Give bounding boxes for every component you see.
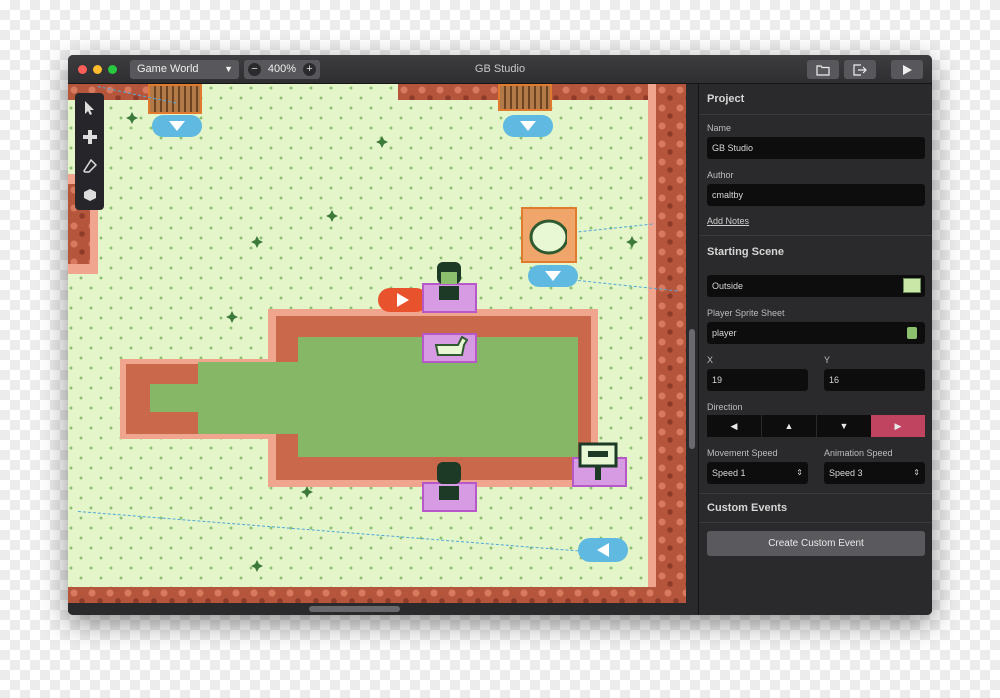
name-label: Name	[707, 123, 732, 133]
custom-events-title: Custom Events	[707, 502, 788, 514]
horizontal-scrollbar[interactable]	[309, 606, 400, 612]
tree-border-right	[656, 84, 686, 603]
scene-select[interactable]: Outside	[707, 275, 925, 297]
updown-chevron-icon: ⇕	[913, 468, 920, 477]
animation-speed-label: Animation Speed	[824, 448, 893, 458]
divider	[699, 522, 932, 523]
player-sprite-icon	[437, 462, 461, 500]
shrub-icon	[626, 236, 638, 248]
x-field[interactable]: 19	[707, 369, 808, 391]
arrow-down-icon	[545, 271, 561, 281]
shrub-icon	[226, 311, 238, 323]
eraser-tool-button[interactable]	[75, 151, 104, 180]
y-label: Y	[824, 355, 831, 365]
scene-outside[interactable]	[68, 84, 686, 603]
paint-bucket-icon	[83, 188, 96, 201]
divider	[699, 114, 932, 115]
pond-grass-mid	[198, 362, 318, 434]
direction-left-button[interactable]: ◀	[707, 415, 761, 437]
eraser-icon	[82, 158, 97, 173]
window-title: GB Studio	[474, 63, 526, 75]
divider	[699, 493, 932, 494]
select-tool-button[interactable]	[75, 93, 104, 122]
play-arrow-icon	[397, 293, 409, 307]
paint-tool-button[interactable]	[75, 180, 104, 209]
add-icon	[82, 129, 97, 144]
animation-speed-select[interactable]: Speed 3 ⇕	[824, 462, 925, 484]
direction-up-button[interactable]: ▲	[762, 415, 816, 437]
player-start-marker[interactable]	[378, 288, 428, 312]
divider	[699, 235, 932, 236]
name-field[interactable]: GB Studio	[707, 137, 925, 159]
npc-sprite-icon	[437, 262, 461, 300]
shrub-icon	[126, 112, 138, 124]
trigger-left[interactable]	[578, 538, 628, 562]
direction-down-button[interactable]: ▼	[817, 415, 871, 437]
folder-icon	[816, 65, 830, 76]
movement-speed-label: Movement Speed	[707, 448, 778, 458]
arrow-left-icon	[597, 543, 609, 557]
sprite-sheet-value: player	[712, 328, 737, 338]
event-connector	[77, 511, 579, 552]
sprite-sheet-label: Player Sprite Sheet	[707, 308, 785, 318]
export-icon	[853, 64, 867, 76]
rock-actor[interactable]	[521, 207, 577, 263]
x-label: X	[707, 355, 714, 365]
updown-chevron-icon: ⇕	[796, 468, 803, 477]
project-section-title: Project	[707, 93, 745, 105]
tree-border-bottom	[68, 587, 686, 603]
open-folder-button[interactable]	[807, 60, 839, 79]
shrub-icon	[301, 486, 313, 498]
app-window: Game World ▼ − 400% + GB Studio Project …	[68, 55, 932, 615]
sign-icon	[578, 442, 618, 480]
y-field[interactable]: 16	[824, 369, 925, 391]
direction-right-button[interactable]: ▶	[871, 415, 925, 437]
movement-speed-select[interactable]: Speed 1 ⇕	[707, 462, 808, 484]
animation-speed-value: Speed 3	[829, 468, 863, 478]
play-button[interactable]	[891, 60, 923, 79]
select-icon	[84, 100, 94, 115]
author-label: Author	[707, 170, 734, 180]
tools-toolbar	[75, 93, 104, 210]
trigger-down[interactable]	[528, 265, 578, 287]
shrub-icon	[326, 210, 338, 222]
trigger-down[interactable]	[152, 115, 202, 137]
scene-select-value: Outside	[712, 281, 744, 291]
create-custom-event-button[interactable]: Create Custom Event	[707, 531, 925, 556]
add-notes-link[interactable]: Add Notes	[707, 216, 749, 226]
trigger-down[interactable]	[503, 115, 553, 137]
starting-scene-title: Starting Scene	[707, 246, 785, 258]
sprite-thumbnail-icon	[907, 327, 917, 339]
shrub-icon	[251, 236, 263, 248]
title-bar: Game World ▼ − 400% + GB Studio	[68, 55, 932, 84]
sprite-sheet-select[interactable]: player	[707, 322, 925, 344]
shrub-icon	[376, 136, 388, 148]
project-sidebar: Project Name GB Studio Author cmaltby Ad…	[698, 84, 932, 615]
fence-top-right	[498, 84, 552, 111]
arrow-down-icon	[169, 121, 185, 131]
arrow-down-icon	[520, 121, 536, 131]
play-icon	[903, 65, 912, 75]
duck-icon	[434, 335, 468, 356]
direction-label: Direction	[707, 402, 743, 412]
add-tool-button[interactable]	[75, 122, 104, 151]
scene-thumbnail-icon	[903, 278, 921, 293]
shrub-icon	[251, 560, 263, 572]
vertical-scrollbar[interactable]	[689, 329, 695, 449]
world-canvas[interactable]	[68, 84, 698, 615]
duck-actor[interactable]	[422, 333, 477, 363]
export-button[interactable]	[844, 60, 876, 79]
author-field[interactable]: cmaltby	[707, 184, 925, 206]
movement-speed-value: Speed 1	[712, 468, 746, 478]
rock-icon	[529, 219, 567, 255]
